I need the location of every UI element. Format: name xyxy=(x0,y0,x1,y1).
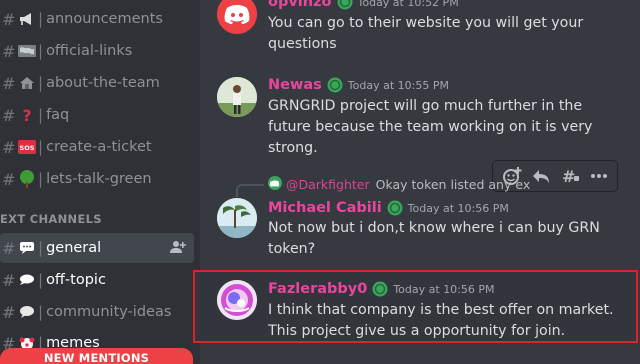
message-timestamp: Today at 10:55 PM xyxy=(347,78,449,92)
channel-name: lets-talk-green xyxy=(46,171,152,187)
channel-general[interactable]: # | general xyxy=(0,233,194,263)
channel-lets-talk-green[interactable]: # | lets-talk-green xyxy=(0,164,194,194)
question-mark-icon: ? xyxy=(22,105,32,125)
svg-text:#: # xyxy=(562,167,575,185)
message-header: Newas Today at 10:55 PM xyxy=(268,77,449,93)
palm-tree-avatar[interactable] xyxy=(217,198,257,238)
tree-icon xyxy=(18,170,36,188)
house-icon xyxy=(18,74,36,92)
text-channel-icon: # xyxy=(2,270,16,290)
message-line: GRNGRID project will go much further in … xyxy=(268,98,583,114)
channel-off-topic[interactable]: # | off-topic xyxy=(0,265,194,295)
channel-name: official-links xyxy=(46,43,133,59)
text-channel-icon: # xyxy=(2,302,16,322)
more-options-icon[interactable] xyxy=(587,164,611,188)
text-channel-icon: # xyxy=(2,105,16,125)
message-content: GRNGRID project will go much further in … xyxy=(268,96,628,159)
speech-balloon-icon xyxy=(18,303,36,321)
reply-spine xyxy=(236,184,264,197)
pink-abstract-avatar[interactable] xyxy=(217,280,257,320)
green-role-badge-icon xyxy=(327,77,343,93)
channel-name: announcements xyxy=(46,11,163,27)
new-mentions-bar[interactable]: NEW MENTIONS xyxy=(0,348,193,364)
chat-scrollbar[interactable] xyxy=(633,0,639,364)
add-member-icon[interactable] xyxy=(170,240,186,258)
channel-about-the-team[interactable]: # | about-the-team xyxy=(0,68,194,98)
message-author[interactable]: Newas xyxy=(268,77,322,93)
message-line: Not now but i don,t know where i can buy… xyxy=(268,220,600,236)
reply-discord-icon xyxy=(268,176,282,193)
channel-name: off-topic xyxy=(46,272,106,288)
message-content: I think that company is the best offer o… xyxy=(268,300,628,342)
message-author[interactable]: Michael Cabili xyxy=(268,200,382,216)
channel-name: create-a-ticket xyxy=(46,139,152,155)
sos-icon: SOS xyxy=(18,138,36,156)
chat-area: opvinzo Today at 10:52 PM You can go to … xyxy=(193,0,640,364)
speech-balloon-icon xyxy=(18,271,36,289)
channel-name: about-the-team xyxy=(46,75,160,91)
text-channel-icon: # xyxy=(2,238,16,258)
text-channel-icon: # xyxy=(2,73,16,93)
channel-create-a-ticket[interactable]: # SOS | create-a-ticket xyxy=(0,132,194,162)
channel-sidebar: # | announcements # | official-links # |… xyxy=(0,0,200,364)
reply-reference[interactable]: @Darkfighter Okay token listed any ex xyxy=(268,176,530,193)
speech-balloon-icon xyxy=(18,239,36,257)
channel-name: general xyxy=(46,240,102,256)
channel-community-ideas[interactable]: # | community-ideas xyxy=(0,297,194,327)
reply-text: Okay token listed any ex xyxy=(375,177,531,192)
discord-logo-icon[interactable] xyxy=(217,0,257,34)
message-timestamp: Today at 10:56 PM xyxy=(407,201,509,215)
message-line: future because the team working on it is… xyxy=(268,119,593,135)
message-content: Not now but i don,t know where i can buy… xyxy=(268,218,628,260)
create-thread-icon[interactable]: # xyxy=(558,164,582,188)
message-timestamp: Today at 10:56 PM xyxy=(393,282,495,296)
reply-icon[interactable] xyxy=(529,164,553,188)
message-line: You can go to their website you will get… xyxy=(268,15,584,31)
text-channel-icon: # xyxy=(2,169,16,189)
channel-name: faq xyxy=(46,107,70,123)
message-line: strong. xyxy=(268,140,318,156)
channel-name: community-ideas xyxy=(46,304,172,320)
channel-official-links[interactable]: # | official-links xyxy=(0,36,194,66)
message-line: This project give us a opportunity for j… xyxy=(268,323,566,339)
message-line: token? xyxy=(268,241,316,257)
message-author[interactable]: Fazlerabby0 xyxy=(268,281,367,297)
green-role-badge-icon xyxy=(387,200,403,216)
message-header: opvinzo Today at 10:52 PM xyxy=(268,0,459,10)
message-content: You can go to their website you will get… xyxy=(268,13,628,55)
world-map-icon xyxy=(18,42,36,60)
message-author[interactable]: opvinzo xyxy=(268,0,332,10)
category-header[interactable]: EXT CHANNELS xyxy=(0,212,102,228)
message-line: I think that company is the best offer o… xyxy=(268,302,614,318)
text-channel-icon: # xyxy=(2,137,16,157)
channel-announcements[interactable]: # | announcements xyxy=(0,4,194,34)
green-role-badge-icon xyxy=(372,281,388,297)
channel-faq[interactable]: # ? | faq xyxy=(0,100,194,130)
text-channel-icon: # xyxy=(2,9,16,29)
message-header: Fazlerabby0 Today at 10:56 PM xyxy=(268,281,495,297)
megaphone-icon xyxy=(18,10,36,28)
svg-text:SOS: SOS xyxy=(20,144,35,152)
reply-mention[interactable]: @Darkfighter xyxy=(286,177,370,192)
green-role-badge-icon xyxy=(337,0,353,10)
person-photo-avatar[interactable] xyxy=(217,77,257,117)
message-timestamp: Today at 10:52 PM xyxy=(357,0,459,9)
message-line: questions xyxy=(268,36,337,52)
text-channel-icon: # xyxy=(2,41,16,61)
message-header: Michael Cabili Today at 10:56 PM xyxy=(268,200,509,216)
